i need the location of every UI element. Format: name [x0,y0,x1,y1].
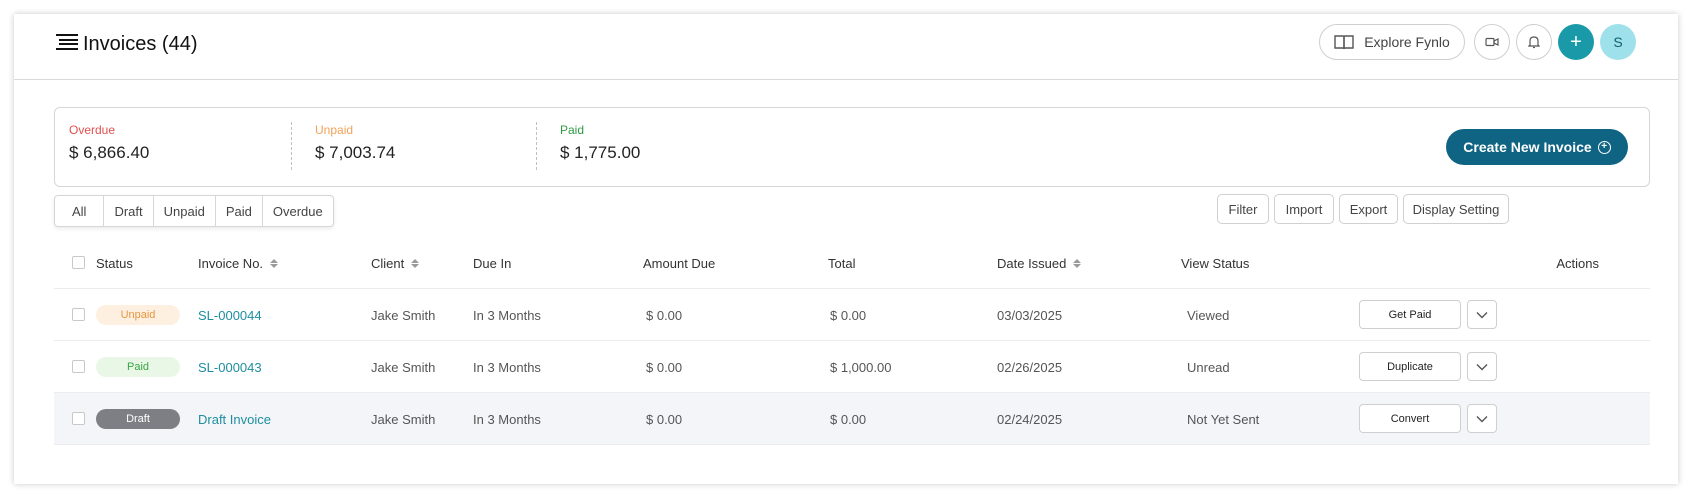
tab-all[interactable]: All [55,196,105,226]
export-button[interactable]: Export [1339,194,1398,224]
status-tabs: All Draft Unpaid Paid Overdue [54,195,334,227]
row-dropdown-button[interactable] [1467,352,1497,381]
date-issued-cell: 02/26/2025 [997,359,1063,375]
col-date-issued-label: Date Issued [997,255,1067,271]
view-status-cell: Not Yet Sent [1187,411,1260,427]
bell-icon [1528,36,1540,49]
chevron-down-icon [1476,415,1488,422]
summary-card: Overdue $ 6,866.40 Unpaid $ 7,003.74 Pai… [54,107,1650,187]
invoice-link[interactable]: Draft Invoice [198,393,271,445]
col-amount-due: Amount Due [643,255,716,271]
table-header-row: Status Invoice No. Client Due In Amount … [54,237,1650,289]
import-button[interactable]: Import [1274,194,1334,224]
col-date-issued[interactable]: Date Issued [997,237,1082,289]
plus-icon: + [1570,30,1582,53]
circle-plus-icon: + [1597,140,1611,154]
col-view-status: View Status [1181,255,1250,271]
create-invoice-button[interactable]: Create New Invoice + [1446,129,1628,165]
explore-button[interactable]: Explore Fynlo [1319,24,1465,60]
table-row[interactable]: Paid SL-000043 Jake Smith In 3 Months $ … [54,341,1650,393]
unpaid-stat: Unpaid $ 7,003.74 [315,123,395,163]
view-status-cell: Unread [1187,359,1230,375]
unpaid-label: Unpaid [315,123,354,137]
tab-unpaid[interactable]: Unpaid [154,196,216,226]
paid-label: Paid [560,123,585,137]
overdue-label: Overdue [69,123,116,137]
row-checkbox[interactable] [72,360,85,373]
status-cell: Draft [96,393,180,445]
table-row[interactable]: Unpaid SL-000044 Jake Smith In 3 Months … [54,289,1650,341]
due-in-cell: In 3 Months [473,411,541,427]
client-cell: Jake Smith [371,411,436,427]
tab-draft[interactable]: Draft [104,196,154,226]
sort-icon [1073,258,1082,268]
row-dropdown-button[interactable] [1467,300,1497,329]
book-icon [1334,35,1354,50]
notifications-button[interactable] [1516,24,1552,60]
col-client[interactable]: Client [371,237,420,289]
table-row[interactable]: Draft Draft Invoice Jake Smith In 3 Mont… [54,393,1650,445]
col-total: Total [828,255,856,271]
total-cell: $ 0.00 [830,307,867,323]
get-paid-button[interactable]: Get Paid [1359,300,1461,329]
add-button[interactable]: + [1558,24,1594,60]
due-in-cell: In 3 Months [473,307,541,323]
col-invoice-no[interactable]: Invoice No. [198,237,279,289]
filter-button[interactable]: Filter [1217,194,1269,224]
video-button[interactable] [1474,24,1510,60]
status-cell: Unpaid [96,289,180,341]
amount-due-cell: $ 0.00 [646,307,683,323]
convert-button[interactable]: Convert [1359,404,1461,433]
tab-overdue[interactable]: Overdue [263,196,333,226]
status-badge: Unpaid [96,305,180,325]
row-checkbox[interactable] [72,308,85,321]
video-camera-icon [1485,37,1499,47]
explore-label: Explore Fynlo [1364,34,1450,50]
row-checkbox[interactable] [72,412,85,425]
date-issued-cell: 03/03/2025 [997,307,1063,323]
paid-value: $ 1,775.00 [560,143,641,162]
chevron-down-icon [1476,363,1488,370]
stat-divider [536,122,537,170]
total-cell: $ 1,000.00 [830,359,892,375]
sort-icon [270,258,279,268]
menu-icon[interactable] [56,34,78,50]
page-title: Invoices (44) [83,33,198,55]
overdue-stat: Overdue $ 6,866.40 [69,123,149,163]
due-in-cell: In 3 Months [473,359,541,375]
view-status-cell: Viewed [1187,307,1230,323]
invoice-link[interactable]: SL-000044 [198,289,262,341]
create-invoice-label: Create New Invoice [1463,139,1592,155]
amount-due-cell: $ 0.00 [646,411,683,427]
chevron-down-icon [1476,311,1488,318]
client-cell: Jake Smith [371,307,436,323]
overdue-value: $ 6,866.40 [69,143,150,162]
paid-stat: Paid $ 1,775.00 [560,123,640,163]
app-window: Invoices (44) Explore Fynlo + S Overdue … [14,14,1678,484]
row-dropdown-button[interactable] [1467,404,1497,433]
status-cell: Paid [96,341,180,393]
status-badge: Draft [96,409,180,429]
col-client-label: Client [371,255,405,271]
date-issued-cell: 02/24/2025 [997,411,1063,427]
col-due-in: Due In [473,255,512,271]
total-cell: $ 0.00 [830,411,867,427]
avatar-initial: S [1613,34,1623,50]
sort-icon [411,258,420,268]
status-badge: Paid [96,357,180,377]
duplicate-button[interactable]: Duplicate [1359,352,1461,381]
col-invoice-no-label: Invoice No. [198,255,264,271]
invoice-link[interactable]: SL-000043 [198,341,262,393]
stat-divider [291,122,292,170]
unpaid-value: $ 7,003.74 [315,143,396,162]
col-status: Status [96,255,133,271]
tab-paid[interactable]: Paid [216,196,263,226]
top-bar: Invoices (44) Explore Fynlo + S [14,14,1678,80]
avatar[interactable]: S [1600,24,1636,60]
amount-due-cell: $ 0.00 [646,359,683,375]
select-all-checkbox[interactable] [72,256,85,269]
col-actions: Actions [1556,255,1599,271]
client-cell: Jake Smith [371,359,436,375]
display-setting-button[interactable]: Display Setting [1403,194,1509,224]
